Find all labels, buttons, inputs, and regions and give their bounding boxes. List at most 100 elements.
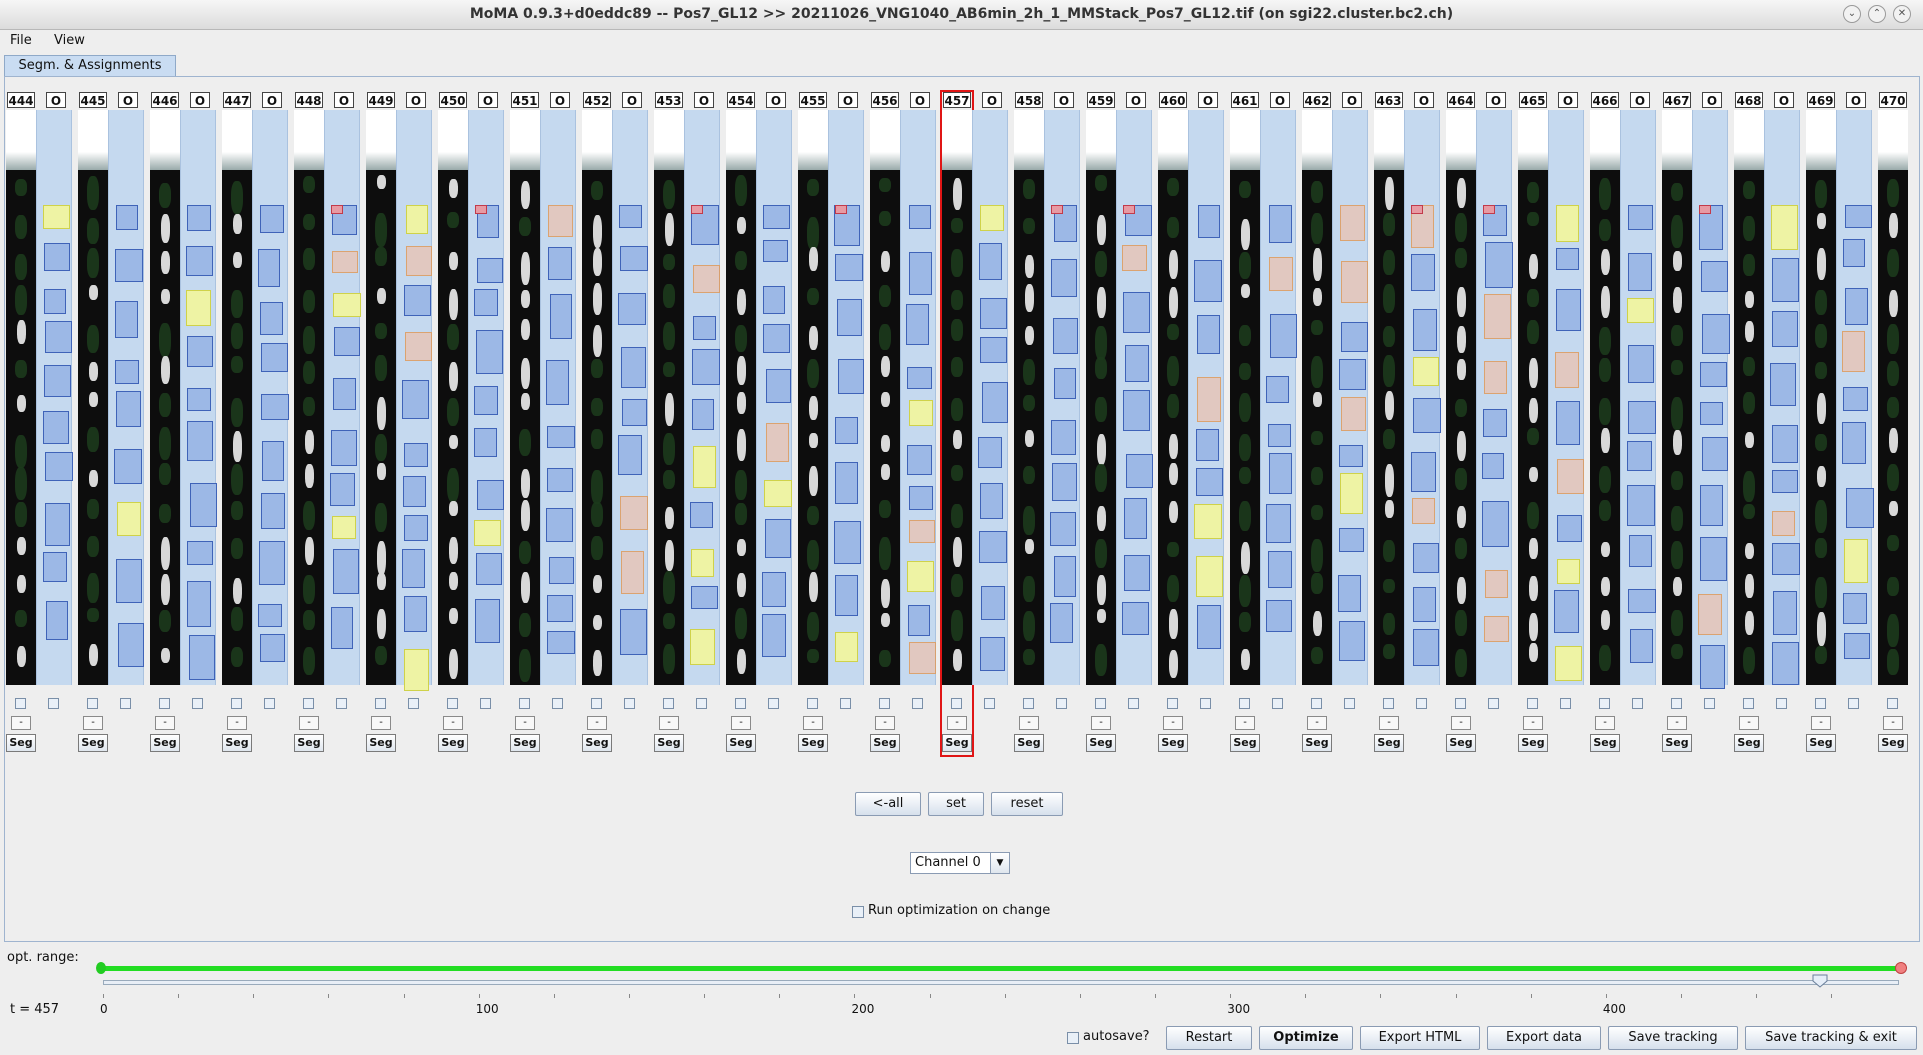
remove-button[interactable]: - xyxy=(1307,716,1327,730)
assignment-segment[interactable] xyxy=(548,556,574,585)
assignment-segment[interactable] xyxy=(405,205,428,235)
assignment-header[interactable]: O xyxy=(406,92,426,108)
timepoint-checkbox[interactable] xyxy=(591,698,602,709)
seg-button[interactable]: Seg xyxy=(222,734,252,752)
assignment-segment[interactable] xyxy=(1556,459,1585,494)
time-slider-track[interactable] xyxy=(103,980,1899,985)
assignment-view[interactable] xyxy=(684,110,721,685)
assignment-segment[interactable] xyxy=(547,631,575,654)
seg-button[interactable]: Seg xyxy=(870,734,900,752)
assignment-segment[interactable] xyxy=(1410,452,1437,492)
assignment-segment[interactable] xyxy=(1268,205,1293,244)
assignment-checkbox[interactable] xyxy=(912,698,923,709)
growthlane-image[interactable] xyxy=(510,110,540,685)
opt-range-end-handle[interactable] xyxy=(1895,962,1907,974)
assignment-segment[interactable] xyxy=(114,360,139,385)
growthlane-image[interactable] xyxy=(1518,110,1548,685)
assignment-segment[interactable] xyxy=(764,518,792,558)
remove-button[interactable]: - xyxy=(1883,716,1903,730)
assignment-segment[interactable] xyxy=(1485,570,1508,599)
remove-button[interactable]: - xyxy=(515,716,535,730)
assignment-segment[interactable] xyxy=(691,399,714,430)
assignment-segment[interactable] xyxy=(1845,205,1873,229)
assignment-segment[interactable] xyxy=(1843,538,1868,584)
assignment-header[interactable]: O xyxy=(622,92,642,108)
assignment-header[interactable]: O xyxy=(478,92,498,108)
assignment-segment[interactable] xyxy=(1701,436,1728,471)
assignment-segment[interactable] xyxy=(1556,559,1581,584)
assignment-view[interactable] xyxy=(1764,110,1800,686)
assignment-checkbox[interactable] xyxy=(1056,698,1067,709)
assignment-header[interactable]: O xyxy=(1702,92,1722,108)
remove-button[interactable]: - xyxy=(1019,716,1039,730)
assignment-segment[interactable] xyxy=(1628,534,1652,568)
assignment-segment[interactable] xyxy=(260,205,284,233)
assignment-segment[interactable] xyxy=(618,205,643,228)
assignment-segment[interactable] xyxy=(1053,368,1077,400)
menu-view[interactable]: View xyxy=(54,33,85,48)
seg-button[interactable]: Seg xyxy=(1806,734,1836,752)
timepoint-checkbox[interactable] xyxy=(1527,698,1538,709)
assignment-segment[interactable] xyxy=(258,604,283,627)
growthlane-image[interactable] xyxy=(438,110,468,685)
seg-button[interactable]: Seg xyxy=(942,734,972,752)
assignment-checkbox[interactable] xyxy=(480,698,491,709)
assignment-segment[interactable] xyxy=(1338,358,1367,391)
assignment-segment[interactable] xyxy=(618,292,646,326)
assignment-segment[interactable] xyxy=(1339,205,1366,242)
seg-button[interactable]: Seg xyxy=(1086,734,1116,752)
assignment-segment[interactable] xyxy=(1484,616,1509,643)
assignment-segment[interactable] xyxy=(402,549,426,588)
growthlane-image[interactable] xyxy=(1734,110,1764,685)
assignment-view[interactable] xyxy=(756,110,792,685)
restart-button[interactable]: Restart xyxy=(1166,1026,1252,1050)
timepoint-checkbox[interactable] xyxy=(303,698,314,709)
seg-button[interactable]: Seg xyxy=(150,734,180,752)
growthlane-image[interactable] xyxy=(294,110,324,685)
assignment-segment[interactable] xyxy=(1339,473,1364,514)
assignment-checkbox[interactable] xyxy=(120,698,131,709)
assignment-segment[interactable] xyxy=(835,205,847,214)
assignment-segment[interactable] xyxy=(691,205,703,214)
tab-segm-assignments[interactable]: Segm. & Assignments xyxy=(4,55,176,76)
timepoint-checkbox[interactable] xyxy=(951,698,962,709)
assignment-segment[interactable] xyxy=(1413,628,1439,666)
assignment-segment[interactable] xyxy=(402,476,426,507)
remove-button[interactable]: - xyxy=(1595,716,1615,730)
assignment-checkbox[interactable] xyxy=(336,698,347,709)
assignment-checkbox[interactable] xyxy=(1344,698,1355,709)
assignment-segment[interactable] xyxy=(116,501,142,536)
assignment-segment[interactable] xyxy=(333,377,357,410)
assignment-segment[interactable] xyxy=(1195,429,1220,461)
assignment-segment[interactable] xyxy=(620,496,648,530)
assignment-view[interactable] xyxy=(468,110,504,685)
assignment-header[interactable]: O xyxy=(550,92,570,108)
growthlane-image[interactable] xyxy=(366,110,396,685)
assignment-segment[interactable] xyxy=(260,492,285,530)
assignment-segment[interactable] xyxy=(402,380,429,419)
export-html-button[interactable]: Export HTML xyxy=(1360,1026,1480,1050)
close-button[interactable]: ✕ xyxy=(1893,5,1911,23)
assignment-segment[interactable] xyxy=(187,388,212,411)
assignment-view[interactable] xyxy=(1116,110,1154,685)
remove-button[interactable]: - xyxy=(1235,716,1255,730)
assignment-checkbox[interactable] xyxy=(1200,698,1211,709)
assignment-header[interactable]: O xyxy=(46,92,66,108)
seg-button[interactable]: Seg xyxy=(78,734,108,752)
timepoint-checkbox[interactable] xyxy=(231,698,242,709)
assignment-segment[interactable] xyxy=(1772,257,1800,302)
assignment-segment[interactable] xyxy=(1050,259,1077,297)
growthlane-image[interactable] xyxy=(798,110,828,685)
timepoint-checkbox[interactable] xyxy=(15,698,26,709)
assignment-segment[interactable] xyxy=(1197,205,1221,238)
assignment-segment[interactable] xyxy=(1197,314,1221,355)
assignment-segment[interactable] xyxy=(979,531,1008,563)
assignment-segment[interactable] xyxy=(1051,463,1077,501)
assignment-segment[interactable] xyxy=(1341,261,1368,303)
assignment-segment[interactable] xyxy=(1700,401,1724,426)
assignment-segment[interactable] xyxy=(1053,555,1077,597)
run-optimization-checkbox[interactable] xyxy=(852,906,864,918)
assignment-segment[interactable] xyxy=(765,423,790,462)
assignment-header[interactable]: O xyxy=(694,92,714,108)
assignment-segment[interactable] xyxy=(44,503,70,547)
